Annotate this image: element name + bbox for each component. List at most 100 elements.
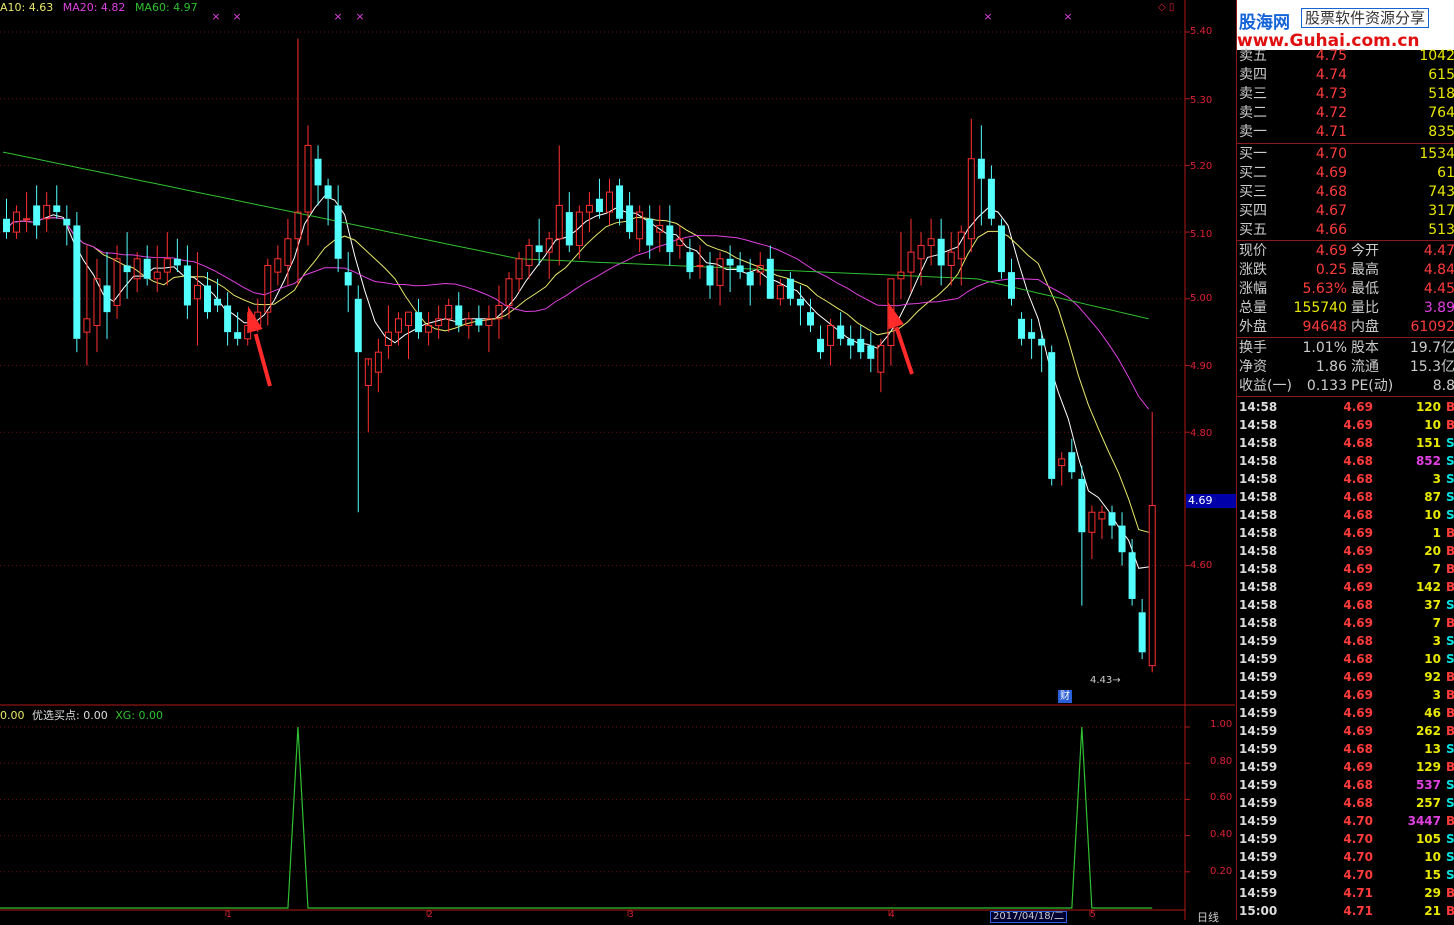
tick-side: S bbox=[1446, 598, 1454, 612]
bid-row[interactable]: 买一 4.70 1534 bbox=[1237, 145, 1454, 164]
stat-label: 今开 bbox=[1351, 243, 1379, 259]
tick-time: 14:59 bbox=[1239, 760, 1278, 774]
candle-body bbox=[73, 225, 81, 339]
ma20-line bbox=[2, 217, 1150, 410]
candle bbox=[686, 238, 694, 279]
tick-price: 4.68 bbox=[1343, 508, 1373, 522]
candle-body bbox=[415, 312, 423, 333]
bid-row[interactable]: 买四 4.67 317 bbox=[1237, 202, 1454, 221]
tick-price: 4.69 bbox=[1343, 400, 1373, 414]
signal-marker: × bbox=[333, 10, 342, 23]
tick-side: S bbox=[1446, 832, 1454, 846]
tick-time: 14:58 bbox=[1239, 616, 1278, 630]
row-label: 卖一 bbox=[1239, 124, 1267, 140]
ask-row[interactable]: 卖三 4.73 518 bbox=[1237, 85, 1454, 104]
candle bbox=[83, 245, 91, 366]
tick-volume: 3 bbox=[1432, 688, 1441, 702]
window-controls[interactable]: ◇ ▯ bbox=[1158, 2, 1174, 13]
ask-row[interactable]: 卖四 4.74 615 bbox=[1237, 66, 1454, 85]
candle bbox=[43, 192, 51, 233]
tick-time: 14:58 bbox=[1239, 472, 1278, 486]
candle-body bbox=[123, 265, 131, 273]
candle-body bbox=[193, 284, 201, 300]
candle bbox=[937, 218, 945, 286]
low-price-value: 4.43 bbox=[1090, 675, 1113, 686]
candle bbox=[354, 285, 362, 513]
tick-row: 14:59 4.68 257 S bbox=[1237, 794, 1454, 812]
tick-price: 4.69 bbox=[1343, 670, 1373, 684]
bid-row[interactable]: 买三 4.68 743 bbox=[1237, 183, 1454, 202]
candle bbox=[103, 252, 111, 339]
ask-row[interactable]: 卖一 4.71 835 bbox=[1237, 123, 1454, 142]
stat-row: 涨幅 5.63% 最低 4.45 bbox=[1237, 280, 1454, 299]
candle-body bbox=[807, 312, 814, 326]
tick-time: 14:59 bbox=[1239, 688, 1278, 702]
tick-volume: 10 bbox=[1424, 418, 1441, 432]
finance-badge[interactable]: 财 bbox=[1058, 690, 1072, 703]
candle-body bbox=[334, 205, 342, 259]
period-label[interactable]: 日线 bbox=[1197, 909, 1219, 925]
candle bbox=[465, 312, 473, 339]
tick-row: 14:58 4.69 10 B bbox=[1237, 416, 1454, 434]
cursor-date: 2017/04/18/二 bbox=[990, 911, 1068, 923]
row-label: 买一 bbox=[1239, 146, 1267, 162]
candle-body bbox=[173, 258, 181, 266]
tick-time: 14:58 bbox=[1239, 580, 1278, 594]
candle bbox=[565, 192, 573, 253]
candle-body bbox=[1038, 338, 1046, 346]
tick-time: 14:59 bbox=[1239, 706, 1278, 720]
stat-label: PE(动) bbox=[1351, 378, 1394, 394]
ask-row[interactable]: 卖五 4.75 1042 bbox=[1237, 47, 1454, 66]
candle-body bbox=[917, 244, 925, 260]
candle-body bbox=[214, 298, 222, 306]
candle bbox=[1068, 438, 1076, 479]
candle-body bbox=[143, 258, 151, 279]
candle bbox=[123, 232, 131, 299]
stat-value: 4.47 bbox=[1423, 243, 1454, 259]
candle-body bbox=[585, 204, 593, 213]
candle bbox=[766, 245, 774, 299]
candle bbox=[646, 205, 654, 259]
candle-body bbox=[505, 278, 513, 306]
stat-label: 流通 bbox=[1351, 359, 1379, 375]
candle-body bbox=[726, 258, 734, 266]
tick-price: 4.70 bbox=[1343, 868, 1373, 882]
candle bbox=[405, 311, 412, 359]
candle-body bbox=[565, 212, 573, 246]
bid-row[interactable]: 买二 4.69 61 bbox=[1237, 164, 1454, 183]
kline-chart[interactable]: × × × × × × bbox=[0, 0, 1235, 920]
logo-tagline: 股票软件资源分享 bbox=[1301, 8, 1430, 28]
row-price: 4.75 bbox=[1315, 48, 1347, 64]
row-volume: 835 bbox=[1428, 124, 1454, 140]
tick-time: 14:58 bbox=[1239, 400, 1278, 414]
tick-time: 15:00 bbox=[1239, 904, 1278, 918]
candle bbox=[445, 298, 453, 333]
price-tick-510: 5.10 bbox=[1190, 229, 1213, 240]
stat-label: 涨跌 bbox=[1239, 262, 1267, 278]
tick-row: 14:59 4.70 10 S bbox=[1237, 848, 1454, 866]
current-price-tag: 4.69 bbox=[1186, 494, 1237, 508]
candle-body bbox=[63, 218, 71, 226]
candle-body bbox=[796, 298, 804, 306]
tick-side: B bbox=[1446, 580, 1454, 594]
candle-body bbox=[204, 285, 211, 313]
tick-price: 4.69 bbox=[1343, 526, 1373, 540]
candle bbox=[274, 245, 282, 286]
row-price: 4.73 bbox=[1315, 86, 1347, 102]
tick-side: S bbox=[1446, 778, 1454, 792]
candle bbox=[1088, 505, 1096, 559]
ask-row[interactable]: 卖二 4.72 764 bbox=[1237, 104, 1454, 123]
candle bbox=[867, 332, 875, 373]
stat-value: 94648 bbox=[1302, 319, 1347, 335]
candle-body bbox=[274, 258, 282, 273]
bid-row[interactable]: 买五 4.66 513 bbox=[1237, 221, 1454, 240]
row-volume: 518 bbox=[1428, 86, 1454, 102]
signal-marker: × bbox=[355, 10, 364, 23]
tick-row: 14:58 4.68 37 S bbox=[1237, 596, 1454, 614]
x-tick-4: 4 bbox=[889, 910, 895, 920]
tick-price: 4.68 bbox=[1343, 490, 1373, 504]
signal-marker: × bbox=[983, 10, 992, 23]
stat-value: 4.84 bbox=[1423, 262, 1454, 278]
candle bbox=[425, 312, 433, 346]
buy-signal-line bbox=[0, 726, 1153, 909]
